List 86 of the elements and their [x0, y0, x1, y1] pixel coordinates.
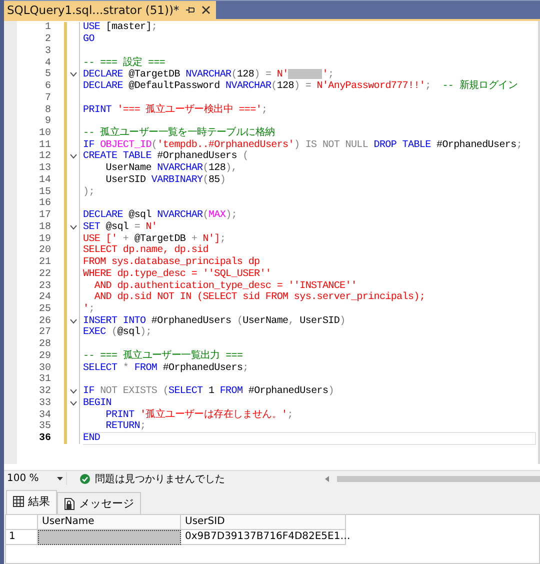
line-number: 8 — [44, 104, 51, 116]
column-header[interactable]: UserSID — [181, 515, 346, 530]
line-number: 26 — [38, 316, 51, 327]
line-number: 9 — [44, 116, 51, 128]
code-line: IF OBJECT_ID('tempdb..#OrphanedUsers') IS NOT NULL DROP TABLE #OrphanedUsers; — [83, 140, 522, 151]
code-line: -- === 設定 === — [83, 58, 166, 69]
line-number: 16 — [38, 198, 51, 210]
code-line: PRINT '孤立ユーザーは存在しません。'; — [104, 410, 293, 421]
caret-icon — [56, 476, 63, 480]
code-line: SELECT dp.name, dp.sid — [83, 245, 208, 256]
line-number: 31 — [38, 374, 51, 386]
line-number: 13 — [38, 163, 51, 174]
line-number: 36 — [38, 433, 51, 444]
code-line: DECLARE @sql NVARCHAR(MAX); — [83, 210, 237, 222]
line-number: 29 — [38, 350, 51, 362]
code-line: FROM sys.database_principals dp — [83, 257, 260, 268]
line-number: 10 — [38, 128, 51, 139]
line-number: 22 — [38, 268, 51, 280]
code-line: -- 孤立ユーザー一覧を一時テーブルに格納 — [83, 128, 275, 139]
status-message: 問題は見つかりませんでした — [94, 472, 225, 486]
line-number: 3 — [44, 46, 51, 57]
line-number: 14 — [38, 174, 51, 186]
column-header[interactable]: UserName — [38, 515, 181, 530]
code-line: UserSID VARBINARY(85) — [104, 174, 226, 186]
line-number: 12 — [38, 151, 51, 162]
document-lock-icon — [64, 498, 75, 510]
line-number: 18 — [38, 222, 51, 233]
line-number: 25 — [38, 304, 51, 315]
code-line: '; — [83, 304, 94, 315]
results-tab[interactable]: 結果 — [6, 490, 57, 514]
code-line: SET @sql = N' — [83, 222, 158, 233]
grid-icon — [13, 496, 24, 507]
code-line: USE [' + @TargetDB + N']; — [83, 234, 226, 245]
redacted-cell[interactable] — [38, 530, 181, 545]
line-number: 21 — [38, 257, 51, 268]
line-number: 2 — [44, 34, 51, 46]
line-number: 4 — [44, 58, 51, 69]
chevron-down-icon[interactable] — [70, 224, 76, 230]
line-number: 15 — [38, 186, 51, 198]
chevron-down-icon[interactable] — [70, 318, 76, 324]
results-tab[interactable]: メッセージ — [57, 492, 141, 514]
line-number: 11 — [38, 140, 51, 151]
line-number: 33 — [38, 398, 51, 409]
scroll-left-arrow-icon[interactable] — [324, 476, 329, 482]
chevron-down-icon[interactable] — [70, 154, 76, 160]
code-line: GO — [83, 34, 94, 46]
line-number: 28 — [38, 339, 51, 350]
line-number: 32 — [38, 386, 51, 398]
line-number: 34 — [38, 410, 51, 421]
code-line: WHERE dp.type_desc = ''SQL_USER'' — [83, 268, 272, 280]
code-line: -- === 孤立ユーザー一覧出力 === — [83, 350, 243, 362]
code-line: DECLARE @TargetDB NVARCHAR(128) = N' '; — [83, 68, 334, 81]
code-line: IF NOT EXISTS (SELECT 1 FROM #OrphanedUsers) — [83, 386, 334, 398]
zoom-dropdown[interactable]: 100 % — [4, 472, 67, 485]
line-number: 27 — [38, 327, 51, 338]
horizontal-scrollbar[interactable] — [336, 476, 540, 482]
line-number: 5 — [44, 69, 51, 80]
code-line: UserName NVARCHAR(128), — [104, 163, 237, 174]
code-line: BEGIN — [83, 398, 112, 409]
line-number: 24 — [38, 292, 51, 304]
pin-icon[interactable] — [186, 6, 196, 14]
line-number: 30 — [38, 362, 51, 374]
line-number: 23 — [38, 280, 51, 292]
code-line: SELECT * FROM #OrphanedUsers; — [83, 362, 248, 374]
code-line: EXEC (@sql); — [83, 327, 152, 338]
code-line: ); — [83, 186, 94, 198]
line-number: 20 — [38, 245, 51, 256]
line-number: 19 — [38, 234, 51, 245]
code-line: USE [master]; — [83, 22, 158, 34]
line-number: 7 — [44, 92, 51, 104]
code-line: AND dp.sid NOT IN (SELECT sid FROM sys.server_principals); — [93, 292, 426, 304]
chevron-down-icon[interactable] — [70, 72, 76, 78]
document-tab[interactable]: SQLQuery1.sql...strator (51))* — [4, 1, 216, 19]
close-icon[interactable] — [202, 6, 210, 14]
code-line: AND dp.authentication_type_desc = ''INSTANCE'' — [93, 280, 357, 292]
code-line: DECLARE @DefaultPassword NVARCHAR(128) = N'AnyPassword777!!'; -- 新規ログイン — [83, 81, 518, 92]
code-line: RETURN; — [104, 421, 146, 432]
code-line: PRINT '=== 孤立ユーザー検出中 ==='; — [83, 104, 268, 116]
line-number: 1 — [44, 22, 51, 34]
line-number: 6 — [44, 81, 51, 92]
line-number: 35 — [38, 421, 51, 432]
code-line: INSERT INTO #OrphanedUsers (UserName, UserSID) — [83, 316, 346, 327]
line-number: 17 — [38, 210, 51, 222]
check-circle-icon — [80, 474, 90, 484]
code-line: CREATE TABLE #OrphanedUsers ( — [83, 151, 248, 162]
code-line: END — [83, 432, 536, 446]
